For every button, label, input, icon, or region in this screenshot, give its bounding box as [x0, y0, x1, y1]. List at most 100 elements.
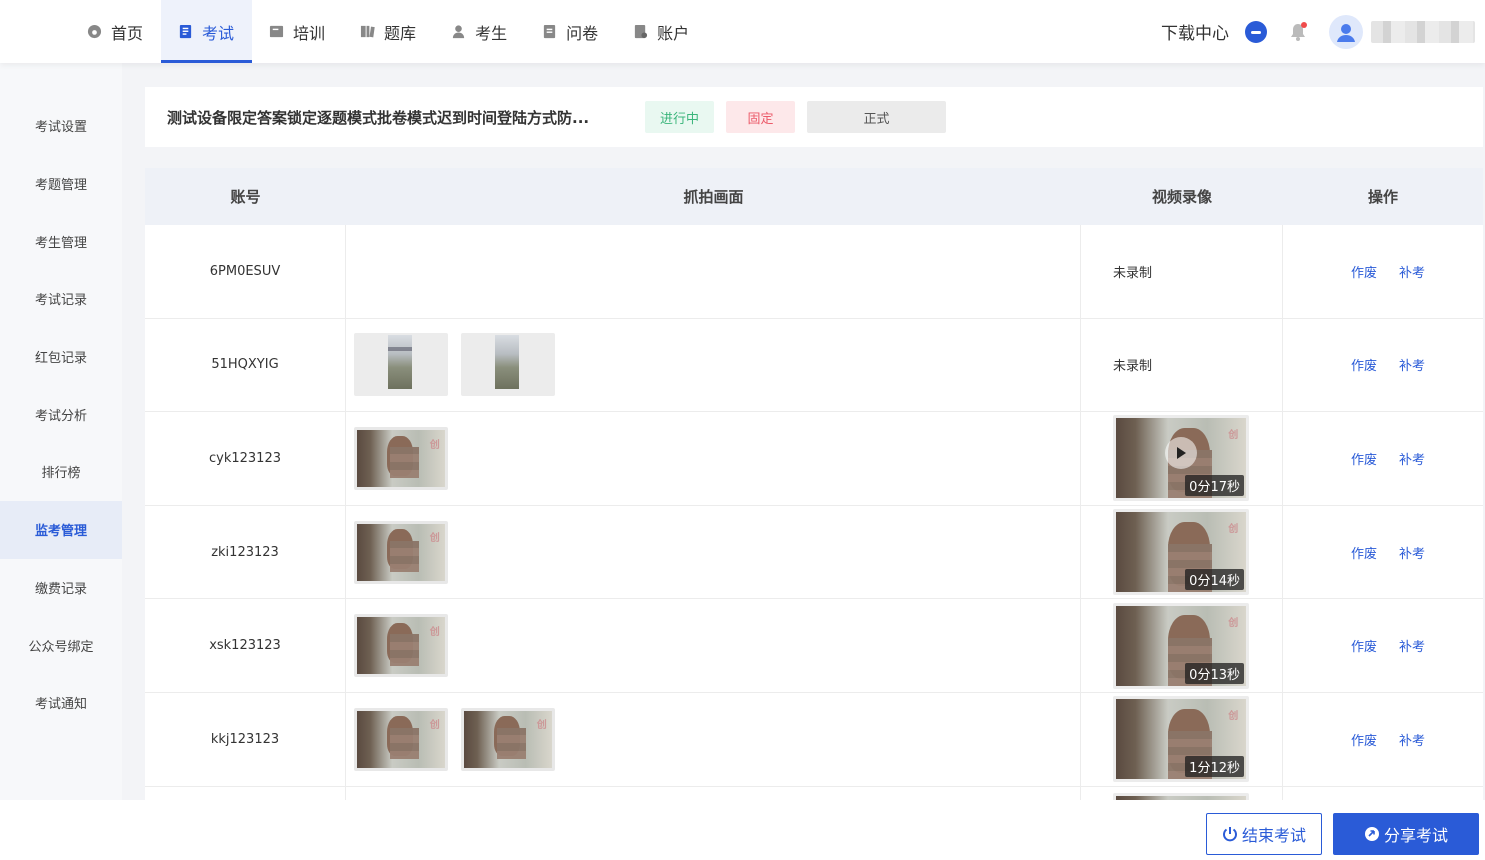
sidebar-item-exam-notification[interactable]: 考试通知 — [0, 674, 122, 732]
column-header-snapshots: 抓拍画面 — [683, 188, 744, 206]
account-cell — [145, 786, 346, 800]
void-link[interactable]: 作废 — [1351, 262, 1377, 281]
void-link[interactable]: 作废 — [1351, 543, 1377, 562]
nav-item-account[interactable]: 账户 — [616, 0, 707, 63]
nav-item-home[interactable]: 首页 — [70, 0, 161, 63]
exam-title: 测试设备限定答案锁定逐题模式批卷模式迟到时间登陆方式防... — [167, 108, 590, 127]
exam-icon — [177, 24, 193, 40]
actions-cell — [1283, 787, 1483, 800]
retake-link[interactable]: 补考 — [1399, 355, 1425, 374]
status-badge: 进行中 — [645, 101, 714, 133]
actions-cell: 作废 补考 — [1283, 412, 1483, 505]
retake-link[interactable]: 补考 — [1399, 730, 1425, 749]
nav-item-survey[interactable]: 问卷 — [525, 0, 616, 63]
actions-cell: 作废 补考 — [1283, 319, 1483, 412]
table-row: zki123123 创 创 0分14秒 作废 补考 — [145, 505, 1483, 600]
video-cell: 创 0分17秒 — [1081, 412, 1283, 505]
snapshot-cell: 创 — [346, 599, 1081, 692]
notification-dot — [1301, 21, 1307, 28]
fixed-badge: 固定 — [726, 101, 795, 133]
video-duration: 0分13秒 — [1185, 662, 1244, 684]
snapshot-thumbnail[interactable] — [461, 333, 555, 397]
notification-bell-icon[interactable] — [1287, 21, 1309, 43]
snapshot-thumbnail[interactable] — [354, 333, 448, 397]
video-status: 未录制 — [1081, 225, 1283, 318]
snapshot-cell — [346, 318, 1081, 412]
exam-type-badge: 正式 — [807, 101, 946, 133]
sidebar-item-official-account-binding[interactable]: 公众号绑定 — [0, 616, 122, 674]
void-link[interactable]: 作废 — [1351, 636, 1377, 655]
nav-item-label: 培训 — [293, 23, 326, 43]
account-cell: xsk123123 — [145, 599, 346, 692]
retake-link[interactable]: 补考 — [1399, 262, 1425, 281]
username-redacted[interactable] — [1371, 20, 1475, 43]
snapshot-thumbnail[interactable]: 创 — [354, 614, 448, 678]
nav-item-label: 题库 — [384, 23, 417, 43]
video-duration: 0分14秒 — [1185, 569, 1244, 591]
snapshot-thumbnail[interactable]: 创 — [354, 707, 448, 771]
share-exam-button[interactable]: 分享考试 — [1333, 813, 1479, 855]
sidebar-item-question-management[interactable]: 考题管理 — [0, 155, 122, 213]
retake-link[interactable]: 补考 — [1399, 543, 1425, 562]
sidebar-item-payment-records[interactable]: 缴费记录 — [0, 559, 122, 617]
video-cell — [1081, 786, 1283, 800]
retake-link[interactable]: 补考 — [1399, 636, 1425, 655]
exam-header: 测试设备限定答案锁定逐题模式批卷模式迟到时间登陆方式防... 进行中 固定 正式 — [145, 87, 1483, 147]
account-cell: 6PM0ESUV — [145, 225, 346, 318]
actions-cell: 作废 补考 — [1283, 225, 1483, 318]
account-cell: cyk123123 — [145, 412, 346, 505]
actions-cell: 作废 补考 — [1283, 693, 1483, 786]
power-icon — [1223, 827, 1237, 842]
sidebar-item-exam-settings[interactable]: 考试设置 — [0, 97, 122, 155]
table-row — [145, 786, 1483, 800]
video-thumbnail[interactable] — [1113, 792, 1249, 800]
share-exam-label: 分享考试 — [1383, 826, 1448, 845]
nav-item-label: 首页 — [111, 23, 144, 43]
table-row: kkj123123 创 创 创 1分12秒 作废 补考 — [145, 692, 1483, 787]
sidebar-item-red-packet-records[interactable]: 红包记录 — [0, 328, 122, 386]
nav-item-training[interactable]: 培训 — [252, 0, 343, 63]
sidebar-item-exam-records[interactable]: 考试记录 — [0, 270, 122, 328]
video-thumbnail[interactable]: 创 0分13秒 — [1113, 602, 1249, 689]
nav-item-question-bank[interactable]: 题库 — [343, 0, 434, 63]
snapshot-thumbnail[interactable]: 创 — [354, 520, 448, 584]
account-icon — [632, 24, 648, 40]
nav-item-examinee[interactable]: 考生 — [434, 0, 525, 63]
snapshot-cell: 创 — [346, 412, 1081, 505]
void-link[interactable]: 作废 — [1351, 730, 1377, 749]
snapshot-thumbnail[interactable]: 创 — [354, 426, 448, 490]
nav-item-exam[interactable]: 考试 — [161, 0, 253, 63]
end-exam-button[interactable]: 结束考试 — [1206, 813, 1322, 855]
proctoring-table: 账号 抓拍画面 视频录像 操作 6PM0ESUV 未录制 作废 补考 51HQX… — [145, 168, 1483, 800]
snapshot-cell — [346, 225, 1081, 318]
void-link[interactable]: 作废 — [1351, 449, 1377, 468]
video-thumbnail[interactable]: 创 0分17秒 — [1113, 415, 1249, 502]
table-row: 51HQXYIG 未录制 作废 补考 — [145, 318, 1483, 413]
video-status: 未录制 — [1081, 318, 1283, 412]
video-thumbnail[interactable]: 创 0分14秒 — [1113, 509, 1249, 596]
main-nav: 首页 考试 培训 题库 考生 问卷 账户 — [70, 0, 707, 63]
home-icon — [86, 24, 102, 40]
download-center-link[interactable]: 下载中心 — [1161, 19, 1229, 44]
snapshot-thumbnail[interactable]: 创 — [461, 707, 555, 771]
snapshot-cell: 创 创 — [346, 692, 1081, 786]
account-cell: kkj123123 — [145, 692, 346, 786]
training-icon — [268, 24, 284, 40]
retake-link[interactable]: 补考 — [1399, 449, 1425, 468]
message-icon[interactable] — [1245, 20, 1267, 43]
table-row: cyk123123 创 创 0分17秒 作废 补考 — [145, 412, 1483, 506]
void-link[interactable]: 作废 — [1351, 355, 1377, 374]
sidebar-item-leaderboard[interactable]: 排行榜 — [0, 443, 122, 501]
snapshot-cell: 创 — [346, 505, 1081, 599]
sidebar: 考试设置 考题管理 考生管理 考试记录 红包记录 考试分析 排行榜 监考管理 缴… — [0, 63, 122, 800]
sidebar-item-examinee-management[interactable]: 考生管理 — [0, 212, 122, 270]
video-cell: 创 1分12秒 — [1081, 692, 1283, 786]
sidebar-item-exam-analysis[interactable]: 考试分析 — [0, 385, 122, 443]
user-avatar[interactable] — [1329, 14, 1363, 49]
account-cell: 51HQXYIG — [145, 318, 346, 412]
sidebar-item-proctoring[interactable]: 监考管理 — [0, 500, 122, 559]
top-navigation: 首页 考试 培训 题库 考生 问卷 账户 下载中心 — [0, 0, 1485, 63]
video-thumbnail[interactable]: 创 1分12秒 — [1113, 696, 1249, 783]
column-header-actions: 操作 — [1367, 188, 1398, 206]
actions-cell: 作废 补考 — [1283, 599, 1483, 692]
